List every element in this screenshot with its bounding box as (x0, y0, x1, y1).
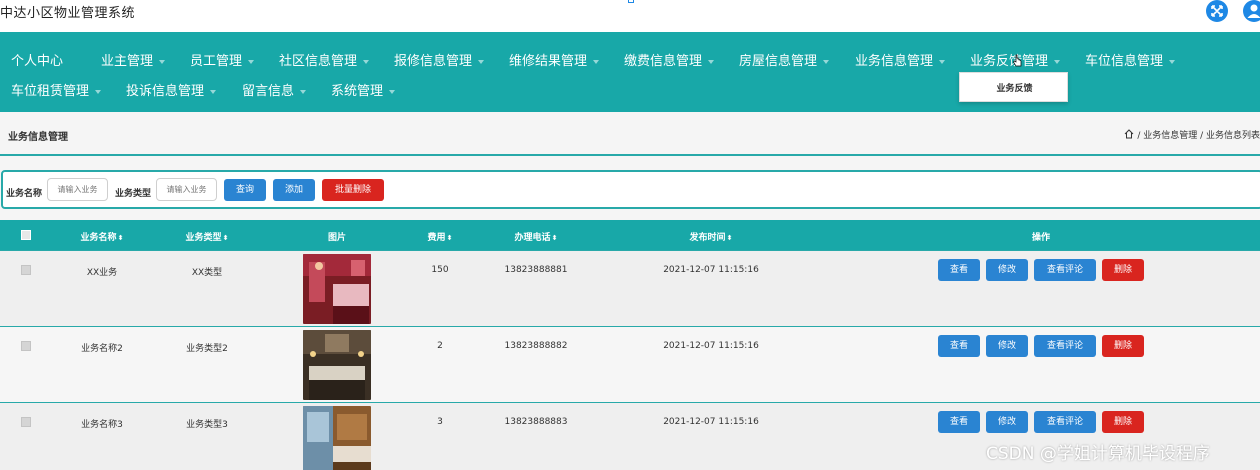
business-name-label: 业务名称 (6, 189, 43, 199)
search-panel: 业务名称 业务类型 查询 添加 批量删除 (1, 170, 1260, 209)
batch-delete-button[interactable]: 批量删除 (322, 179, 384, 201)
cell-business-name: XX业务 (86, 268, 118, 278)
column-header-actions: 操作 (1031, 233, 1051, 243)
nav-item-complaint-info[interactable]: 投诉信息管理 (126, 80, 217, 99)
column-header-image: 图片 (327, 233, 347, 243)
business-image[interactable] (303, 254, 371, 324)
view-comments-button[interactable]: 查看评论 (1034, 335, 1096, 357)
nav-item-community-info[interactable]: 社区信息管理 (279, 50, 370, 69)
cell-fee: 2 (437, 341, 443, 351)
nav-item-house-info[interactable]: 房屋信息管理 (739, 50, 830, 69)
nav-item-parking-info[interactable]: 车位信息管理 (1085, 50, 1176, 69)
app-title: 中达小区物业管理系统 (0, 6, 136, 21)
row-checkbox[interactable] (21, 265, 31, 275)
nav-item-payment-info[interactable]: 缴费信息管理 (624, 50, 715, 69)
cell-fee: 3 (437, 417, 443, 427)
business-type-input[interactable] (156, 178, 217, 201)
sort-icon[interactable]: ⬍ (447, 234, 453, 242)
nav-item-repair-result[interactable]: 维修结果管理 (509, 50, 600, 69)
business-image[interactable] (303, 406, 371, 470)
breadcrumb-path: / 业务信息管理 / 业务信息列表 (1137, 131, 1260, 141)
cell-publish-time: 2021-12-07 11:15:16 (663, 417, 759, 427)
cell-phone: 13823888882 (504, 341, 568, 351)
view-button[interactable]: 查看 (938, 335, 980, 357)
query-button[interactable]: 查询 (224, 179, 266, 201)
cell-publish-time: 2021-12-07 11:15:16 (663, 265, 759, 275)
mouse-cursor-icon (1013, 54, 1022, 67)
view-comments-button[interactable]: 查看评论 (1034, 259, 1096, 281)
row-checkbox[interactable] (21, 341, 31, 351)
fullscreen-icon[interactable] (1206, 0, 1228, 22)
resize-handle-icon (628, 0, 634, 3)
select-all-checkbox[interactable] (21, 230, 31, 240)
dropdown-item-business-feedback[interactable]: 业务反馈 (960, 81, 1069, 94)
cell-phone: 13823888883 (504, 417, 568, 427)
breadcrumb-bar: 业务信息管理 / 业务信息管理 / 业务信息列表 (0, 112, 1260, 156)
nav-item-system-management[interactable]: 系统管理 (331, 80, 396, 99)
delete-button[interactable]: 删除 (1102, 411, 1144, 433)
add-button[interactable]: 添加 (273, 179, 315, 201)
cell-phone: 13823888881 (504, 265, 568, 275)
business-name-input[interactable] (47, 178, 108, 201)
cell-publish-time: 2021-12-07 11:15:16 (663, 341, 759, 351)
row-checkbox[interactable] (21, 417, 31, 427)
edit-button[interactable]: 修改 (986, 411, 1028, 433)
feedback-dropdown-menu: 业务反馈 (959, 72, 1068, 102)
nav-item-owner-management[interactable]: 业主管理 (101, 50, 166, 69)
column-header-type[interactable]: 业务类型⬍ (186, 230, 229, 243)
user-avatar-icon[interactable] (1243, 0, 1260, 22)
csdn-watermark: CSDN @学姐计算机毕设程序 (986, 444, 1210, 464)
main-nav: 个人中心 业主管理 员工管理 社区信息管理 报修信息管理 维修结果管理 缴费信息… (0, 32, 1260, 112)
delete-button[interactable]: 删除 (1102, 335, 1144, 357)
nav-item-repair-info[interactable]: 报修信息管理 (394, 50, 485, 69)
nav-item-message-info[interactable]: 留言信息 (242, 80, 307, 99)
view-comments-button[interactable]: 查看评论 (1034, 411, 1096, 433)
cell-business-type: 业务类型3 (186, 420, 228, 430)
business-type-label: 业务类型 (115, 189, 152, 199)
edit-button[interactable]: 修改 (986, 335, 1028, 357)
view-button[interactable]: 查看 (938, 259, 980, 281)
delete-button[interactable]: 删除 (1102, 259, 1144, 281)
table-row: XX业务 XX类型 150 13823888881 2021-12-07 11:… (0, 250, 1260, 326)
column-header-time[interactable]: 发布时间⬍ (690, 230, 733, 243)
cell-business-name: 业务名称3 (81, 420, 123, 430)
column-header-fee[interactable]: 费用⬍ (428, 230, 453, 243)
column-header-name[interactable]: 业务名称⬍ (81, 230, 124, 243)
nav-item-personal-center[interactable]: 个人中心 (11, 50, 63, 69)
sort-icon[interactable]: ⬍ (223, 234, 229, 242)
table-row: 业务名称2 业务类型2 2 13823888882 2021-12-07 11:… (0, 326, 1260, 402)
sort-icon[interactable]: ⬍ (727, 234, 733, 242)
cell-business-type: 业务类型2 (186, 344, 228, 354)
page-title: 业务信息管理 (8, 132, 68, 143)
nav-item-staff-management[interactable]: 员工管理 (190, 50, 255, 69)
view-button[interactable]: 查看 (938, 411, 980, 433)
table-header: 业务名称⬍ 业务类型⬍ 图片 费用⬍ 办理电话⬍ 发布时间⬍ 操作 (0, 220, 1260, 250)
business-image[interactable] (303, 330, 371, 400)
breadcrumb: / 业务信息管理 / 业务信息列表 (1124, 128, 1260, 141)
top-bar: 中达小区物业管理系统 (0, 0, 1260, 32)
cell-business-type: XX类型 (191, 268, 223, 278)
nav-item-business-info[interactable]: 业务信息管理 (855, 50, 946, 69)
sort-icon[interactable]: ⬍ (552, 234, 558, 242)
nav-item-parking-rental[interactable]: 车位租赁管理 (11, 80, 102, 99)
home-icon[interactable] (1124, 129, 1134, 139)
column-header-phone[interactable]: 办理电话⬍ (515, 230, 558, 243)
cell-fee: 150 (431, 265, 449, 275)
cell-business-name: 业务名称2 (81, 344, 123, 354)
edit-button[interactable]: 修改 (986, 259, 1028, 281)
sort-icon[interactable]: ⬍ (118, 234, 124, 242)
